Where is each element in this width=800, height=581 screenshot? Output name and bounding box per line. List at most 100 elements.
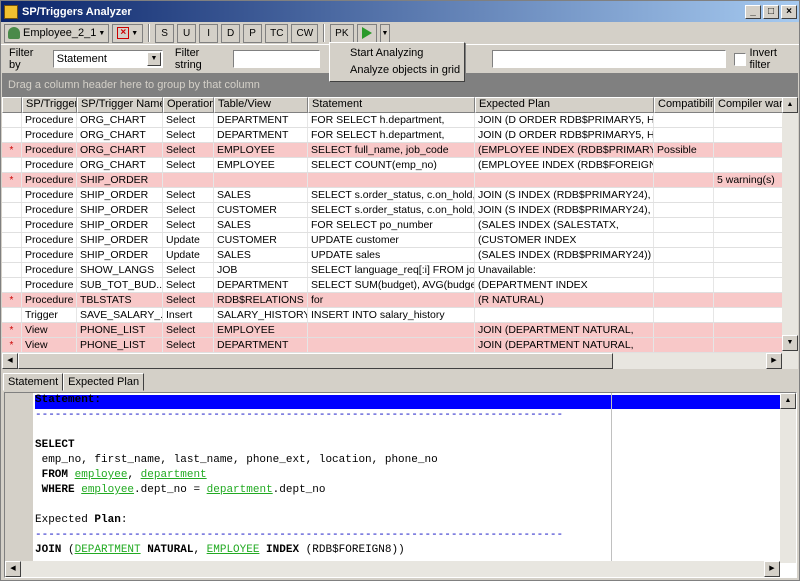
row-indicator xyxy=(2,278,22,292)
table-row[interactable]: Procedure SHIP_ORDER Select SALES FOR SELECT… xyxy=(2,218,798,233)
column-header[interactable]: Operation xyxy=(163,97,214,113)
triggers-button[interactable]: TC xyxy=(265,23,289,43)
row-indicator xyxy=(2,263,22,277)
statement-header: Statement: xyxy=(35,394,102,406)
column-header[interactable]: SP/Trigger Name xyxy=(77,97,163,113)
table-cell xyxy=(308,338,475,352)
table-cell: Unavailable: xyxy=(475,263,654,277)
column-header[interactable]: Expected Plan xyxy=(475,97,654,113)
filter-string-input[interactable] xyxy=(233,50,321,68)
window-title: SP/Triggers Analyzer xyxy=(22,5,132,18)
scroll-track[interactable] xyxy=(782,113,798,335)
table-cell: SUB_TOT_BUD... xyxy=(77,278,163,292)
chevron-down-icon: ▼ xyxy=(381,29,389,37)
table-row[interactable]: * View PHONE_LIST Select EMPLOYEE JOIN (DEPAR… xyxy=(2,323,798,338)
table-cell: for xyxy=(308,293,475,307)
analyze-button[interactable] xyxy=(356,23,377,43)
table-row[interactable]: Procedure SHIP_ORDER Update SALES UPDATE sal… xyxy=(2,248,798,263)
table-row[interactable]: * View PHONE_LIST Select DEPARTMENT JOIN (DEP… xyxy=(2,338,798,353)
table-cell: SELECT SUM(budget), AVG(budget), xyxy=(308,278,475,292)
filter-update-button[interactable]: U xyxy=(177,23,197,43)
grid-vertical-scrollbar[interactable]: ▲ ▼ xyxy=(782,97,798,353)
column-header[interactable]: Compatibility xyxy=(654,97,714,113)
table-cell: SHIP_ORDER xyxy=(77,218,163,232)
filter-select-button[interactable]: S xyxy=(155,23,175,43)
table-row[interactable]: Trigger SAVE_SALARY_... Insert SALARY_HISTO… xyxy=(2,308,798,323)
sql-code: Statement: -----------------------------… xyxy=(35,393,610,558)
table-cell xyxy=(654,218,714,232)
table-cell: EMPLOYEE xyxy=(214,143,308,157)
filter-by-select[interactable]: Statement ▼ xyxy=(52,50,163,68)
table-cell xyxy=(654,113,714,127)
filter-string-input-extent[interactable] xyxy=(492,50,726,68)
table-cell xyxy=(308,323,475,337)
row-indicator: * xyxy=(2,143,22,157)
analyze-dropdown-button[interactable]: ▼ xyxy=(379,23,391,43)
database-selector[interactable]: Employee_2_1 ▼ xyxy=(4,23,110,43)
tab-expected-plan[interactable]: Expected Plan xyxy=(63,373,145,391)
table-row[interactable]: Procedure ORG_CHART Select EMPLOYEE SELECT C… xyxy=(2,158,798,173)
filter-insert-button[interactable]: I xyxy=(199,23,219,43)
divider-line: ----------------------------------------… xyxy=(35,409,564,421)
compiler-warnings-button[interactable]: CW xyxy=(291,23,319,43)
table-cell: FOR SELECT h.department, xyxy=(308,113,475,127)
column-header[interactable]: Statement xyxy=(308,97,475,113)
table-row[interactable]: Procedure SHOW_LANGS Select JOB SELECT langu… xyxy=(2,263,798,278)
plan-join: JOIN xyxy=(35,544,62,556)
menu-item-analyze-grid[interactable]: Analyze objects in grid xyxy=(330,62,464,79)
invert-filter-checkbox[interactable] xyxy=(733,52,747,66)
filter-delete-button[interactable]: D xyxy=(221,23,241,43)
invert-filter-label: Invert filter xyxy=(749,47,777,71)
scroll-up-arrow-icon[interactable]: ▲ xyxy=(782,97,798,113)
table-row[interactable]: Procedure ORG_CHART Select DEPARTMENT FOR SE… xyxy=(2,113,798,128)
scroll-left-arrow-icon[interactable]: ◀ xyxy=(2,353,18,369)
table-ref: DEPARTMENT xyxy=(74,544,141,556)
table-row[interactable]: Procedure SHIP_ORDER Select SALES SELECT s.o… xyxy=(2,188,798,203)
scroll-up-arrow-icon[interactable]: ▲ xyxy=(780,393,796,409)
close-button[interactable]: × xyxy=(781,4,797,19)
sql-where-keyword: WHERE xyxy=(35,484,75,496)
minimize-button[interactable]: _ xyxy=(745,4,761,19)
table-row[interactable]: Procedure SHIP_ORDER Update CUSTOMER UPDATE … xyxy=(2,233,798,248)
detail-tabs: Statement Expected Plan xyxy=(1,373,799,391)
scroll-right-arrow-icon[interactable]: ▶ xyxy=(764,561,780,577)
scroll-thumb[interactable] xyxy=(18,353,613,369)
table-cell: ORG_CHART xyxy=(77,158,163,172)
table-row[interactable]: * Procedure SHIP_ORDER 5 warning(s) xyxy=(2,173,798,188)
viewer-vertical-scrollbar[interactable]: ▲ xyxy=(780,393,796,563)
table-cell: Select xyxy=(163,218,214,232)
sql-from-line: FROM employee, department xyxy=(35,468,610,483)
maximize-button[interactable]: □ xyxy=(763,4,779,19)
scroll-right-arrow-icon[interactable]: ▶ xyxy=(766,353,782,369)
table-cell: SHIP_ORDER xyxy=(77,188,163,202)
table-cell: SELECT s.order_status, c.on_hold, xyxy=(308,203,475,217)
table-row[interactable]: Procedure SHIP_ORDER Select CUSTOMER SELECT … xyxy=(2,203,798,218)
scroll-down-arrow-icon[interactable]: ▼ xyxy=(782,335,798,351)
play-icon xyxy=(361,27,372,39)
tab-statement[interactable]: Statement xyxy=(3,373,64,391)
menu-item-start-analyzing[interactable]: Start Analyzing xyxy=(330,45,464,62)
plan-text: (RDB$FOREIGN8)) xyxy=(299,544,405,556)
table-row[interactable]: * Procedure TBLSTATS Select RDB$RELATIONS for… xyxy=(2,293,798,308)
plan-label: Expected Plan: xyxy=(35,513,610,528)
grid-horizontal-scrollbar[interactable]: ◀ ▶ xyxy=(2,353,798,369)
table-row[interactable]: Procedure SUB_TOT_BUD... Select DEPARTMENT S… xyxy=(2,278,798,293)
scroll-left-arrow-icon[interactable]: ◀ xyxy=(5,561,21,577)
column-header[interactable]: Table/View xyxy=(214,97,308,113)
procedures-button[interactable]: P xyxy=(243,23,263,43)
row-indicator xyxy=(2,248,22,262)
table-cell: RDB$RELATIONS xyxy=(214,293,308,307)
table-cell: Procedure xyxy=(22,203,77,217)
plan-label-b: Plan xyxy=(94,514,121,526)
primary-keys-button[interactable]: PK xyxy=(330,23,354,43)
table-cell: Procedure xyxy=(22,173,77,187)
table-cell: (EMPLOYEE INDEX (RDB$PRIMARY7)) xyxy=(475,143,654,157)
column-header[interactable]: SP/Trigger xyxy=(22,97,77,113)
viewer-horizontal-scrollbar[interactable]: ◀ ▶ xyxy=(5,561,780,577)
table-row[interactable]: Procedure ORG_CHART Select DEPARTMENT FOR SE… xyxy=(2,128,798,143)
sql-viewer[interactable]: Statement: -----------------------------… xyxy=(4,392,797,578)
table-cell: Select xyxy=(163,113,214,127)
table-cell xyxy=(214,173,308,187)
delete-button[interactable]: × ▼ xyxy=(112,23,144,43)
table-row[interactable]: * Procedure ORG_CHART Select EMPLOYEE SELECT … xyxy=(2,143,798,158)
